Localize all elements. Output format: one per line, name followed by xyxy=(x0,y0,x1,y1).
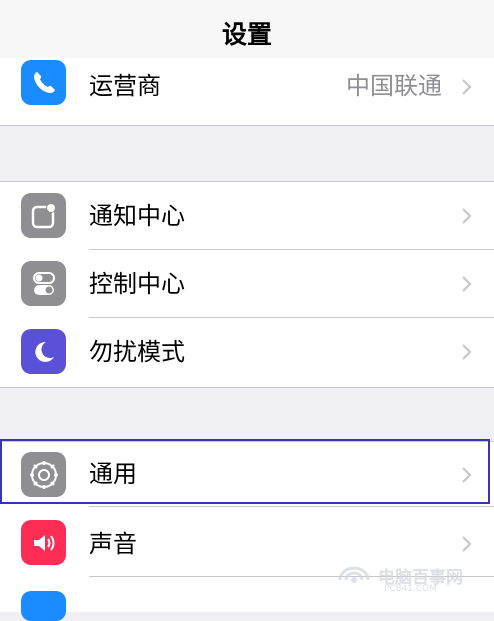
gear-icon xyxy=(21,452,66,497)
chevron-right-icon xyxy=(462,536,472,552)
watermark-logo: 电脑百事网 PC841.COM xyxy=(336,557,486,594)
app-icon xyxy=(21,591,66,621)
speaker-icon xyxy=(21,520,66,565)
sounds-label: 声音 xyxy=(89,530,137,558)
chevron-right-icon xyxy=(462,79,472,95)
phone-icon xyxy=(21,60,66,105)
carrier-section: 运营商 中国联通 xyxy=(0,58,494,126)
watermark-subtext: PC841.COM xyxy=(384,584,437,594)
chevron-right-icon xyxy=(462,208,472,224)
settings-row-do-not-disturb[interactable]: 勿扰模式 xyxy=(0,318,494,386)
settings-row-notification-center[interactable]: 通知中心 xyxy=(0,182,494,250)
do-not-disturb-label: 勿扰模式 xyxy=(89,338,185,366)
control-center-icon xyxy=(21,261,66,306)
settings-row-carrier[interactable]: 运营商 中国联通 xyxy=(0,58,494,126)
settings-row-control-center[interactable]: 控制中心 xyxy=(0,250,494,318)
carrier-label: 运营商 xyxy=(89,72,161,100)
chevron-right-icon xyxy=(462,467,472,483)
watermark-icon xyxy=(338,566,370,583)
notification-center-label: 通知中心 xyxy=(89,202,185,230)
chevron-right-icon xyxy=(462,344,472,360)
settings-row-general[interactable]: 通用 xyxy=(0,442,494,507)
chevron-right-icon xyxy=(462,276,472,292)
carrier-value: 中国联通 xyxy=(346,72,442,100)
general-label: 通用 xyxy=(89,460,137,488)
page-title: 设置 xyxy=(221,20,272,49)
control-center-label: 控制中心 xyxy=(89,270,185,298)
notification-center-icon xyxy=(21,193,66,238)
moon-icon xyxy=(21,329,66,374)
system-section: 通知中心 控制中心 勿扰模式 xyxy=(0,181,494,388)
